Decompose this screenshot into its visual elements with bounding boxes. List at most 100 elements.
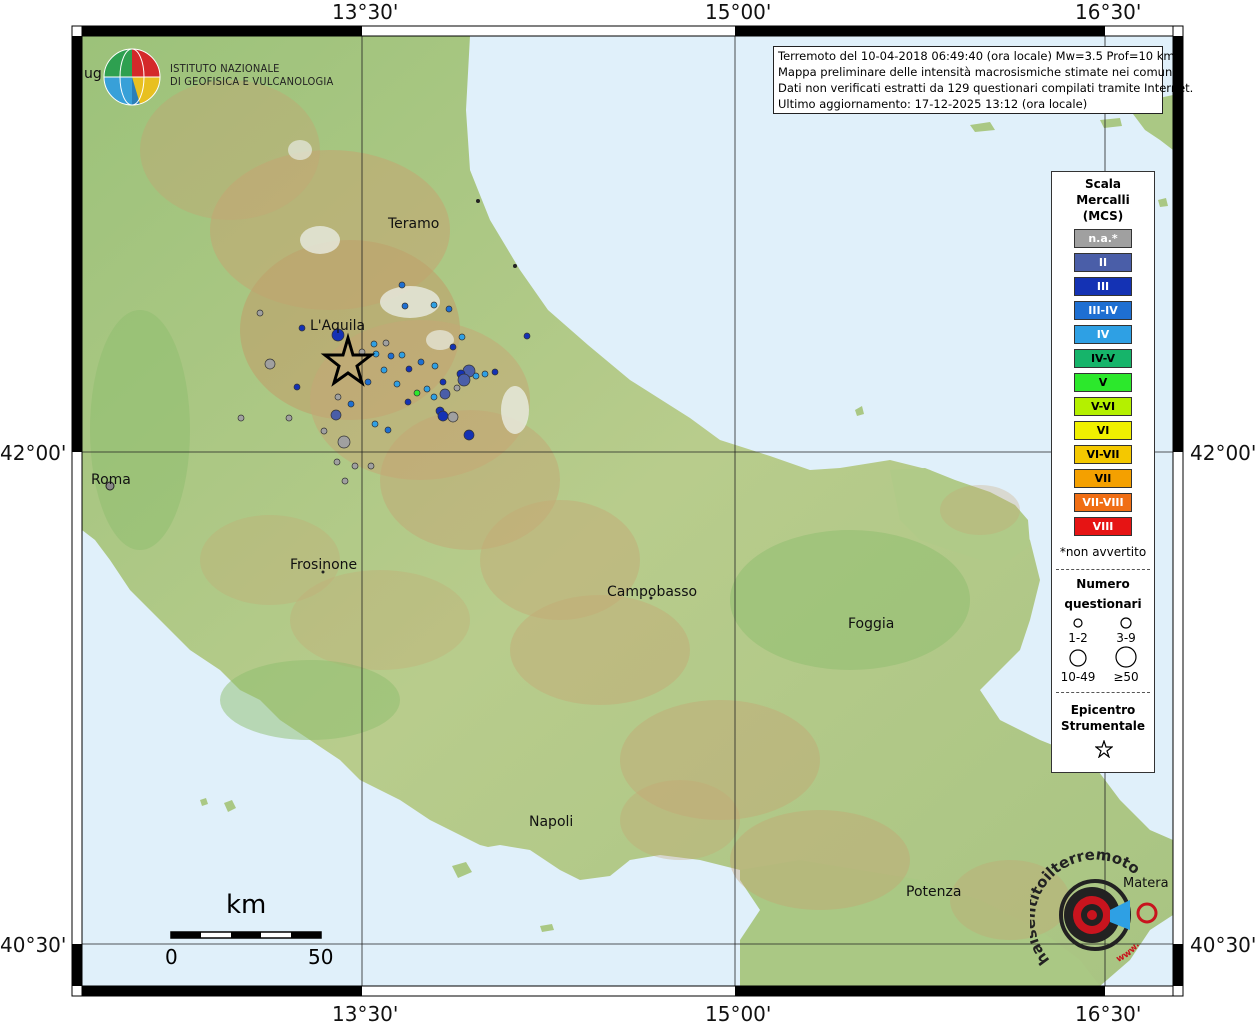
ingv-logo-icon xyxy=(103,48,161,106)
legend-class-vvi: V-VI xyxy=(1074,397,1132,416)
intensity-point xyxy=(384,426,392,434)
legend-class-na: n.a.* xyxy=(1074,229,1132,248)
intensity-point xyxy=(431,362,439,370)
city-campobasso: Campobasso xyxy=(607,584,698,600)
scale-min: 0 xyxy=(165,945,178,969)
intensity-point xyxy=(393,380,401,388)
city-roma: Roma xyxy=(91,472,131,488)
legend-epicentro-title: Epicentro Strumentale xyxy=(1052,702,1154,734)
coord-bottom-1330: 13°30' xyxy=(332,1002,399,1026)
hsit-logo-text: haisentitoilterremoto www.hsit.it xyxy=(1030,850,1143,969)
intensity-point xyxy=(341,477,349,485)
legend-title-3: (MCS) xyxy=(1082,209,1124,223)
legend: Scala Mercalli (MCS) n.a.* II III III-IV IV I… xyxy=(1051,171,1155,773)
intensity-point xyxy=(337,435,351,449)
city-frosinone: Frosinone xyxy=(290,557,358,573)
legend-class-ii: II xyxy=(1074,253,1132,272)
legend-class-iii: III xyxy=(1074,277,1132,296)
intensity-point xyxy=(387,352,395,360)
coord-bottom-1500: 15°00' xyxy=(705,1002,772,1026)
intensity-point xyxy=(285,414,293,422)
intensity-point xyxy=(437,410,449,422)
epicentro-title-2: Strumentale xyxy=(1060,719,1146,733)
intensity-point xyxy=(453,384,461,392)
star-icon xyxy=(1095,740,1113,758)
coord-top-1500: 15°00' xyxy=(705,0,772,24)
intensity-point xyxy=(413,389,421,397)
intensity-point xyxy=(370,340,378,348)
scale-max: 50 xyxy=(308,945,334,969)
ingv-logo-text: ISTITUTO NAZIONALE DI GEOFISICA E VULCAN… xyxy=(170,62,333,88)
city-foggia: Foggia xyxy=(848,616,895,632)
intensity-point xyxy=(298,324,306,332)
info-line4: Ultimo aggiornamento: 17-12-2025 13:12 (… xyxy=(778,97,1088,111)
legend-title-1: Scala xyxy=(1084,177,1122,191)
intensity-point xyxy=(491,368,499,376)
info-line2: Mappa preliminare delle intensità macros… xyxy=(778,65,1176,79)
intensity-point xyxy=(367,462,375,470)
coord-bottom-1630: 16°30' xyxy=(1075,1002,1142,1026)
intensity-point xyxy=(398,281,406,289)
intensity-point xyxy=(457,373,471,387)
numero-title-1: Numero xyxy=(1076,577,1130,591)
intensity-point xyxy=(430,393,438,401)
intensity-point xyxy=(320,427,328,435)
intensity-point xyxy=(334,393,342,401)
intensity-point xyxy=(380,366,388,374)
legend-class-vi: VI xyxy=(1074,421,1132,440)
legend-class-ivv: IV-V xyxy=(1074,349,1132,368)
intensity-point xyxy=(445,305,453,313)
intensity-point xyxy=(463,429,475,441)
legend-class-vivii: VI-VII xyxy=(1074,445,1132,464)
intensity-point xyxy=(351,462,359,470)
intensity-point xyxy=(333,458,341,466)
legend-note: *non avvertito xyxy=(1059,545,1147,559)
intensity-point xyxy=(364,378,372,386)
scale-bar xyxy=(170,931,322,939)
ingv-line2: DI GEOFISICA E VULCANOLOGIA xyxy=(170,75,334,88)
legend-mcs-title: Scala Mercalli (MCS) xyxy=(1052,176,1154,224)
intensity-point xyxy=(398,351,406,359)
event-info-box: Terremoto del 10-04-2018 06:49:40 (ora l… xyxy=(773,46,1193,114)
ingv-line1: ISTITUTO NAZIONALE xyxy=(170,62,280,75)
legend-class-v: V xyxy=(1074,373,1132,392)
intensity-point xyxy=(523,332,531,340)
size-3-9: 3-9 xyxy=(1116,631,1136,645)
size-50: ≥50 xyxy=(1113,670,1139,684)
legend-numero-title: Numero questionari xyxy=(1052,574,1154,614)
city-teramo: Teramo xyxy=(388,216,440,232)
size-1-2: 1-2 xyxy=(1068,631,1088,645)
intensity-point xyxy=(382,339,390,347)
legend-class-viiviii: VII-VIII xyxy=(1074,493,1132,512)
info-line1: Terremoto del 10-04-2018 06:49:40 (ora l… xyxy=(778,49,1175,63)
coord-left-4200: 42°00' xyxy=(0,441,67,465)
legend-title-2: Mercalli xyxy=(1076,193,1130,207)
intensity-point xyxy=(449,343,457,351)
legend-separator-2 xyxy=(1056,692,1150,693)
coord-right-4200: 42°00' xyxy=(1190,441,1255,465)
coord-top-1630: 16°30' xyxy=(1075,0,1142,24)
coord-right-4030: 40°30' xyxy=(1190,933,1255,957)
intensity-point xyxy=(330,409,342,421)
epicentro-title-1: Epicentro xyxy=(1070,703,1136,717)
city-napoli: Napoli xyxy=(529,814,574,830)
intensity-point xyxy=(256,309,264,317)
legend-class-iiiiv: III-IV xyxy=(1074,301,1132,320)
intensity-point xyxy=(447,411,459,423)
intensity-point xyxy=(404,398,412,406)
numero-title-2: questionari xyxy=(1064,597,1142,611)
intensity-point xyxy=(405,365,413,373)
legend-class-vii: VII xyxy=(1074,469,1132,488)
intensity-point xyxy=(423,385,431,393)
intensity-point xyxy=(417,358,425,366)
intensity-point xyxy=(430,301,438,309)
city-partial: ug xyxy=(84,66,102,82)
intensity-point xyxy=(264,358,276,370)
legend-class-viii: VIII xyxy=(1074,517,1132,536)
city-potenza: Potenza xyxy=(906,884,962,900)
intensity-point xyxy=(293,383,301,391)
legend-separator xyxy=(1056,569,1150,570)
scale-unit: km xyxy=(226,890,267,920)
coord-top-1330: 13°30' xyxy=(332,0,399,24)
intensity-point xyxy=(481,370,489,378)
